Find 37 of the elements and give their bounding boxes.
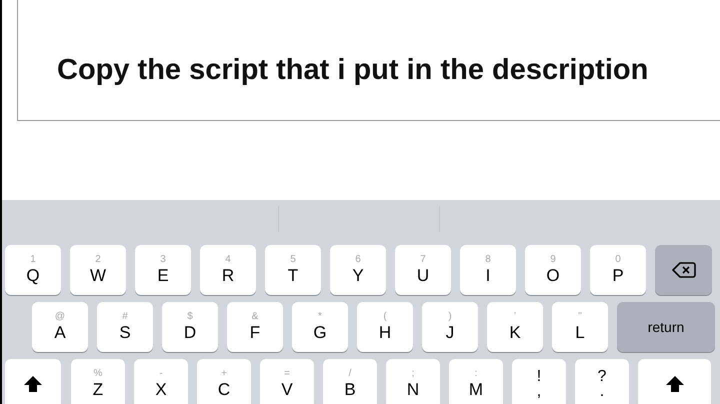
shift-icon [664, 375, 684, 393]
key[interactable]: / B [323, 359, 377, 404]
key[interactable]: : M [449, 359, 503, 404]
key[interactable]: 6 Y [330, 245, 386, 295]
key[interactable]: 2 W [70, 245, 126, 295]
key[interactable]: 8 I [460, 245, 516, 295]
key[interactable]: ( H [357, 302, 413, 352]
key[interactable]: 5 T [265, 245, 321, 295]
key[interactable]: 0 P [590, 245, 646, 295]
shift-icon [23, 375, 43, 393]
key[interactable]: = V [260, 359, 314, 404]
key[interactable]: % Z [71, 359, 125, 404]
return-key[interactable]: return [617, 302, 715, 352]
key[interactable]: ) J [422, 302, 478, 352]
key[interactable]: ! , [512, 359, 566, 404]
key[interactable]: & F [227, 302, 283, 352]
text-box-text: Copy the script that i put in the description [57, 53, 648, 88]
key[interactable]: 1 Q [5, 245, 61, 295]
key[interactable]: 3 E [135, 245, 191, 295]
key[interactable]: - X [134, 359, 188, 404]
key[interactable]: ; N [386, 359, 440, 404]
shift-key[interactable] [5, 359, 61, 404]
key[interactable]: " L [552, 302, 608, 352]
backspace-icon [672, 261, 696, 279]
shift-key[interactable] [638, 359, 711, 404]
key[interactable]: ’ K [487, 302, 543, 352]
key[interactable]: $ D [162, 302, 218, 352]
key[interactable]: 4 R [200, 245, 256, 295]
key[interactable]: # S [97, 302, 153, 352]
key[interactable]: 7 U [395, 245, 451, 295]
key[interactable]: @ A [32, 302, 88, 352]
key[interactable]: 9 O [525, 245, 581, 295]
key[interactable]: ? . [575, 359, 629, 404]
key[interactable]: * G [292, 302, 348, 352]
backspace-key[interactable] [655, 245, 712, 295]
text-box[interactable]: Copy the script that i put in the description [17, 0, 720, 121]
key[interactable]: + C [197, 359, 251, 404]
